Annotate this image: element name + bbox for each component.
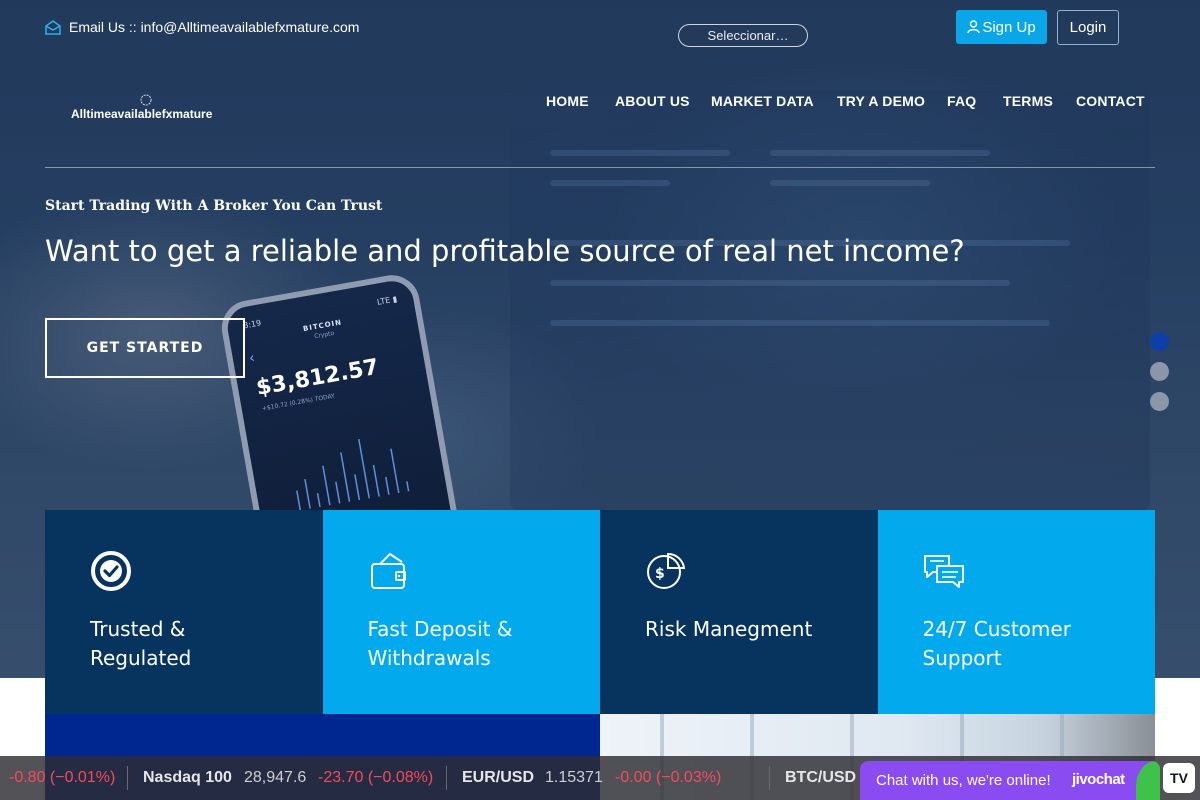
phone-time: 3:19	[242, 318, 262, 331]
login-label: Login	[1069, 19, 1107, 36]
feature-label: Risk Manegment	[645, 617, 813, 641]
chat-brand: jivochat	[1072, 771, 1125, 788]
feature-label: Trusted & Regulated	[90, 617, 192, 670]
phone-price: $3,812.57	[254, 354, 381, 401]
language-select[interactable]: Seleccionar…	[678, 24, 808, 47]
chat-text: Chat with us, we're online!	[876, 772, 1051, 789]
ticker-name: EUR/USD	[462, 769, 535, 786]
hero-tagline: Start Trading With A Broker You Can Trus…	[45, 198, 383, 214]
ticker-name: BTC/USD	[785, 769, 857, 786]
nav-about-us[interactable]: ABOUT US	[615, 93, 690, 109]
ticker-change: -23.70 (−0.08%)	[318, 769, 434, 786]
slider-dot-2[interactable]	[1150, 362, 1169, 381]
nav-home[interactable]: HOME	[546, 93, 589, 109]
feature-support: 24/7 Customer Support	[877, 510, 1155, 714]
email-contact[interactable]: Email Us :: info@Alltimeavailablefxmatur…	[45, 19, 359, 35]
signup-label: Sign Up	[982, 18, 1036, 36]
email-label: Email Us :: info@Alltimeavailablefxmatur…	[69, 19, 360, 35]
ticker-value: 28,947.6	[244, 769, 307, 786]
hero-headline: Want to get a reliable and profitable so…	[45, 234, 965, 268]
slider-dot-3[interactable]	[1150, 392, 1169, 411]
user-icon	[967, 20, 981, 34]
chat-leaf-icon	[1136, 761, 1160, 800]
feature-trusted: Trusted & Regulated	[45, 510, 323, 714]
logo-text: Alltimeavailablefxmature	[71, 107, 213, 121]
feature-risk: $ Risk Manegment	[600, 510, 878, 714]
feature-label: 24/7 Customer Support	[922, 617, 1071, 670]
ticker-value: 1.15371	[545, 769, 603, 786]
pie-chart-dollar-icon: $	[647, 552, 686, 589]
logo-icon	[140, 94, 152, 106]
svg-text:$: $	[655, 566, 665, 582]
ticker-change: -0.80 (−0.01%)	[9, 769, 116, 786]
phone-chart	[296, 439, 410, 511]
main-nav: HOME ABOUT US MARKET DATA TRY A DEMO FAQ…	[546, 93, 1146, 111]
features-row: Trusted & Regulated Fast Deposit & Withd…	[45, 510, 1155, 714]
envelope-open-icon	[45, 20, 61, 35]
chevron-left-icon: ‹	[247, 350, 257, 367]
feature-deposit: Fast Deposit & Withdrawals	[322, 510, 600, 714]
nav-contact[interactable]: CONTACT	[1076, 93, 1145, 109]
nav-try-a-demo[interactable]: TRY A DEMO	[837, 93, 925, 109]
nav-faq[interactable]: FAQ	[947, 93, 976, 109]
signup-button[interactable]: Sign Up	[956, 10, 1047, 44]
nav-terms[interactable]: TERMS	[1003, 93, 1053, 109]
header-divider	[45, 167, 1155, 168]
wallet-icon	[370, 552, 406, 589]
check-circle-icon	[91, 551, 131, 591]
chat-widget[interactable]: Chat with us, we're online! jivochat	[860, 761, 1160, 800]
login-button[interactable]: Login	[1057, 10, 1119, 45]
feature-label: Fast Deposit & Withdrawals	[367, 617, 513, 670]
ticker-change: -0.00 (−0.03%)	[615, 769, 722, 786]
ticker-name: Nasdaq 100	[143, 769, 232, 786]
chat-bubbles-icon	[923, 555, 964, 588]
tradingview-logo-icon[interactable]: TV	[1163, 763, 1195, 793]
nav-market-data[interactable]: MARKET DATA	[711, 93, 814, 109]
get-started-button[interactable]: GET STARTED	[45, 318, 245, 378]
slider-dot-1[interactable]	[1150, 332, 1169, 351]
